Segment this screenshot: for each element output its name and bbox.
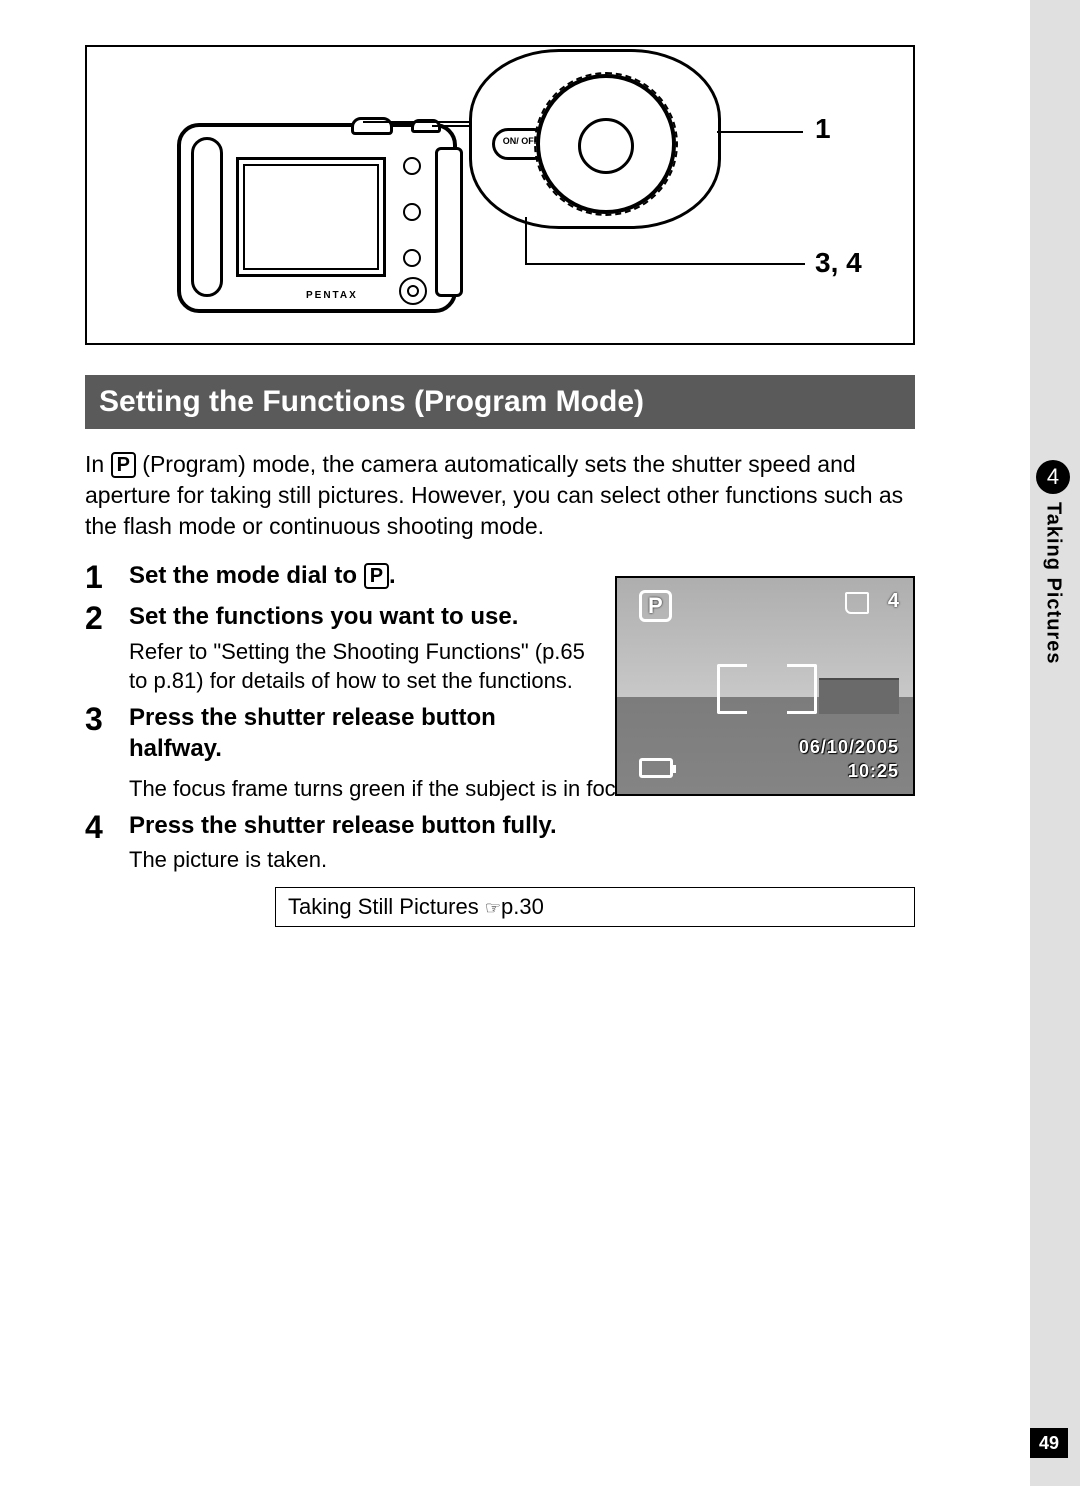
step-4: 4 Press the shutter release button fully…: [85, 810, 915, 875]
battery-icon: [639, 758, 673, 778]
mode-dial-top-icon: [351, 117, 393, 135]
chapter-tab: 4 Taking Pictures: [1036, 460, 1070, 664]
mode-dial-callout: ON/ OFF: [469, 49, 721, 229]
step-number: 2: [85, 601, 129, 636]
chapter-number-badge: 4: [1036, 460, 1070, 494]
lcd-outline: [236, 157, 386, 277]
menu-button-icon: [403, 203, 421, 221]
step-number: 4: [85, 810, 129, 845]
program-mode-icon: P: [111, 452, 136, 478]
intro-paragraph: In P (Program) mode, the camera automati…: [85, 449, 915, 542]
step-head-post: .: [389, 562, 396, 589]
ok-button-icon: [399, 277, 427, 305]
manual-page: PENTAX ON/ OFF 1 3, 4 Setting the Functi…: [0, 0, 1030, 1486]
ref-page: p.30: [501, 894, 544, 919]
steps-list: P 4 06/10/2005 10:25 1 Set the mode dial…: [85, 560, 915, 927]
chapter-title: Taking Pictures: [1042, 502, 1065, 664]
page-right-margin: 4 Taking Pictures 49: [1030, 0, 1080, 1486]
step-heading: Set the mode dial to P.: [129, 560, 589, 591]
intro-text-pre: In: [85, 451, 111, 477]
camera-diagram: PENTAX ON/ OFF 1 3, 4: [85, 45, 915, 345]
step-number: 1: [85, 560, 129, 595]
zoom-button-icon: [403, 157, 421, 175]
step-heading: Press the shutter release button halfway…: [129, 702, 589, 764]
mode-dial-center-icon: [578, 118, 634, 174]
lcd-date: 06/10/2005: [799, 737, 899, 758]
ref-text: Taking Still Pictures: [288, 894, 485, 919]
callout-number-3-4: 3, 4: [815, 247, 862, 279]
focus-bracket-right-icon: [787, 664, 817, 714]
step-heading: Set the functions you want to use.: [129, 601, 589, 632]
program-mode-icon: P: [364, 563, 389, 589]
page-number: 49: [1030, 1428, 1068, 1458]
camera-back-illustration: PENTAX: [177, 123, 457, 323]
camera-brand-label: PENTAX: [306, 290, 358, 301]
grip-right: [435, 147, 463, 297]
lcd-shots-remaining: 4: [888, 590, 899, 613]
cross-reference-box: Taking Still Pictures ☞p.30: [275, 887, 915, 927]
grip-left: [191, 137, 223, 297]
lcd-preview-illustration: P 4 06/10/2005 10:25: [615, 576, 915, 796]
reference-hand-icon: ☞: [485, 898, 501, 918]
play-button-icon: [403, 249, 421, 267]
step-number: 3: [85, 702, 129, 737]
leader-line: [363, 121, 473, 123]
lcd-building-icon: [819, 678, 899, 714]
intro-text-post: (Program) mode, the camera automatically…: [85, 451, 903, 539]
step-heading: Press the shutter release button fully.: [129, 810, 915, 841]
leader-line: [525, 263, 805, 265]
callout-number-1: 1: [815, 113, 831, 145]
section-heading: Setting the Functions (Program Mode): [85, 375, 915, 429]
step-body: The picture is taken.: [129, 845, 915, 875]
leader-line: [717, 131, 803, 133]
memory-card-icon: [845, 592, 869, 614]
step-head-pre: Set the mode dial to: [129, 562, 364, 589]
focus-bracket-left-icon: [717, 664, 747, 714]
camera-body: PENTAX: [177, 123, 457, 313]
step-body: Refer to "Setting the Shooting Functions…: [129, 637, 589, 696]
lcd-mode-indicator: P: [639, 590, 672, 622]
leader-line: [525, 217, 527, 265]
lcd-time: 10:25: [848, 761, 899, 782]
